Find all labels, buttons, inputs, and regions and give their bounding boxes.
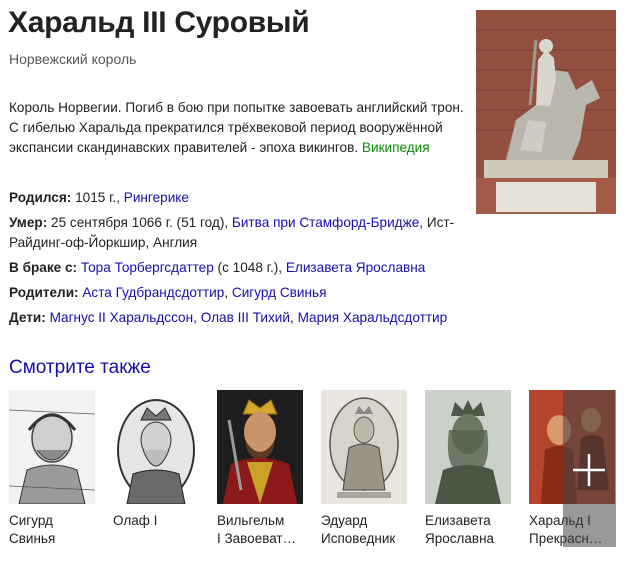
- page-title: Харальд III Суровый: [8, 6, 310, 39]
- wikipedia-link[interactable]: Википедия: [362, 140, 430, 155]
- page-subtitle: Норвежский король: [9, 51, 137, 67]
- spouse-link-1[interactable]: Тора Торбергсдаттер: [81, 260, 214, 275]
- card-caption: Елизавета Ярославна: [425, 512, 511, 548]
- portrait-thumbnail: [425, 390, 511, 504]
- fact-label: В браке с:: [9, 260, 78, 275]
- more-results-button[interactable]: [563, 390, 616, 547]
- portrait-thumbnail: [217, 390, 303, 504]
- fact-text: 25 сентября 1066 г. (51 год),: [47, 215, 232, 230]
- fact-born: Родился: 1015 г., Рингерике: [9, 188, 479, 208]
- parent-link-2[interactable]: Сигурд Свинья: [232, 285, 327, 300]
- caption-line: Олаф I: [113, 513, 158, 528]
- separator: ,: [193, 310, 201, 325]
- separator: ,: [224, 285, 232, 300]
- child-link-1[interactable]: Магнус II Харальдссон: [50, 310, 194, 325]
- portrait-thumbnail: [321, 390, 407, 504]
- parent-link-1[interactable]: Аста Гудбрандсдоттир: [82, 285, 224, 300]
- see-also-card[interactable]: Сигурд Свинья: [9, 390, 95, 548]
- see-also-heading[interactable]: Смотрите также: [9, 357, 151, 379]
- card-caption: Эдуард Исповедник: [321, 512, 407, 548]
- plus-icon: [573, 454, 605, 486]
- card-caption: Олаф I: [113, 512, 199, 530]
- see-also-card[interactable]: Эдуард Исповедник: [321, 390, 407, 548]
- death-place-link[interactable]: Битва при Стамфорд-Бридже: [232, 215, 419, 230]
- see-also-card[interactable]: Олаф I: [113, 390, 199, 530]
- portrait-thumbnail: [9, 390, 95, 504]
- fact-label: Дети:: [9, 310, 46, 325]
- caption-line: Эдуард: [321, 513, 368, 528]
- see-also-card[interactable]: Вильгельм I Завоеват…: [217, 390, 303, 548]
- fact-died: Умер: 25 сентября 1066 г. (51 год), Битв…: [9, 213, 479, 253]
- child-link-2[interactable]: Олав III Тихий: [201, 310, 290, 325]
- card-caption: Вильгельм I Завоеват…: [217, 512, 303, 548]
- hero-image[interactable]: [476, 10, 616, 214]
- spouse-link-2[interactable]: Елизавета Ярославна: [286, 260, 426, 275]
- fact-children: Дети: Магнус II Харальдссон, Олав III Ти…: [9, 308, 479, 328]
- fact-spouse: В браке с: Тора Торбергсдаттер (с 1048 г…: [9, 258, 479, 278]
- fact-text: (с 1048 г.),: [213, 260, 286, 275]
- description: Король Норвегии. Погиб в бою при попытке…: [9, 98, 464, 158]
- child-link-3[interactable]: Мария Харальдсдоттир: [298, 310, 448, 325]
- fact-label: Родители:: [9, 285, 79, 300]
- separator: ,: [290, 310, 298, 325]
- fact-parents: Родители: Аста Гудбрандсдоттир, Сигурд С…: [9, 283, 479, 303]
- birthplace-link[interactable]: Рингерике: [124, 190, 189, 205]
- caption-line: I Завоеват…: [217, 531, 297, 546]
- caption-line: Ярославна: [425, 531, 495, 546]
- fact-label: Умер:: [9, 215, 48, 230]
- see-also-card[interactable]: Елизавета Ярославна: [425, 390, 511, 548]
- fact-text: 1015 г.,: [71, 190, 124, 205]
- card-caption: Сигурд Свинья: [9, 512, 95, 548]
- caption-line: Сигурд: [9, 513, 53, 528]
- caption-line: Свинья: [9, 531, 56, 546]
- fact-label: Родился:: [9, 190, 72, 205]
- portrait-thumbnail: [113, 390, 199, 504]
- statue-image: [476, 10, 616, 214]
- caption-line: Елизавета: [425, 513, 491, 528]
- caption-line: Исповедник: [321, 531, 396, 546]
- caption-line: Вильгельм: [217, 513, 285, 528]
